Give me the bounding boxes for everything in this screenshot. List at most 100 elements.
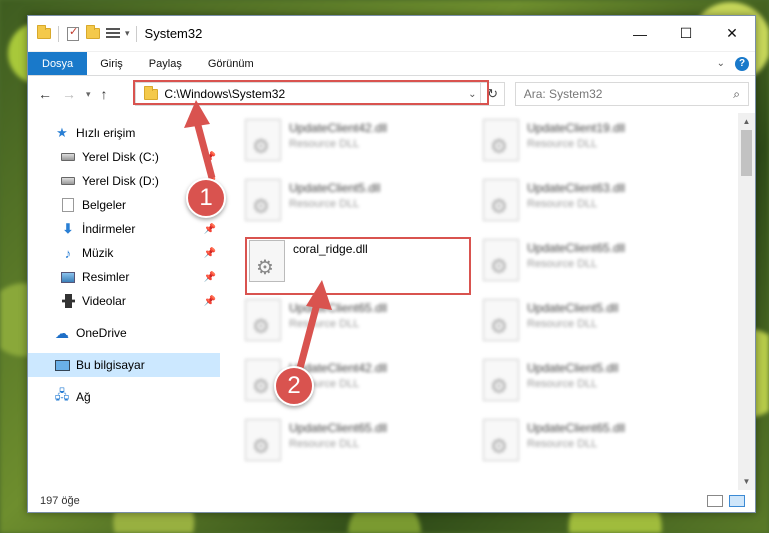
file-type: Resource DLL [289,318,360,330]
computer-icon [54,357,70,373]
file-item[interactable]: UpdateClient19.dll Resource DLL [483,119,713,169]
file-name: UpdateClient65.dll [527,241,626,255]
forward-arrow-icon[interactable]: → [62,86,76,102]
address-highlight-box [133,80,489,105]
sidebar-item-pictures[interactable]: Resimler 📌 [28,265,220,289]
sidebar-item-label: Yerel Disk (C:) [82,150,159,164]
item-count: 197 öğe [40,495,80,507]
navigation-buttons: ← → ▾ ↑ [34,86,135,102]
cloud-icon: ☁ [55,324,69,341]
sidebar-item-network[interactable]: 🖧 Ağ [28,385,220,409]
file-type: Resource DLL [527,138,598,150]
expand-ribbon-icon[interactable]: ⌄ [717,58,725,69]
file-name: UpdateClient65.dll [527,421,626,435]
file-item[interactable]: UpdateClient5.dll Resource DLL [245,179,475,229]
file-item[interactable]: UpdateClient65.dll Resource DLL [483,419,713,469]
music-icon: ♪ [64,245,72,261]
close-button[interactable]: ✕ [709,16,755,52]
dll-file-icon [483,419,519,461]
dll-file-icon [483,119,519,161]
sidebar-item-label: Yerel Disk (D:) [82,174,159,188]
sidebar-item-quick-access[interactable]: ★ Hızlı erişim [28,121,220,145]
sidebar-item-onedrive[interactable]: ☁ OneDrive [28,321,220,345]
file-highlight-box [245,237,471,295]
file-type: Resource DLL [289,138,360,150]
sidebar-item-label: OneDrive [76,326,127,340]
search-input[interactable]: Ara: System32 ⌕ [514,82,749,106]
explorer-window: ▾ System32 — ☐ ✕ Dosya Giriş Paylaş Görü… [27,15,756,513]
sidebar-item-music[interactable]: ♪ Müzik 📌 [28,241,220,265]
pin-icon[interactable]: 📌 [204,152,216,163]
sidebar-item-label: İndirmeler [82,222,136,236]
customize-toolbar-icon[interactable] [105,26,121,42]
dll-file-icon [483,239,519,281]
tab-view[interactable]: Görünüm [195,52,267,75]
sidebar-item-local-disk-c[interactable]: Yerel Disk (C:) 📌 [28,145,220,169]
window-title: System32 [144,26,203,41]
folder-icon [36,25,52,42]
file-item[interactable]: UpdateClient5.dll Resource DLL [483,359,713,409]
drive-icon [60,173,76,189]
sidebar-item-label: Müzik [82,246,114,260]
sidebar-item-label: Belgeler [82,198,127,212]
navigation-pane: ★ Hızlı erişim Yerel Disk (C:) 📌 Yerel D… [28,113,221,490]
sidebar-item-label: Resimler [82,270,130,284]
network-icon: 🖧 [54,387,70,402]
film-icon [60,293,76,309]
sidebar-item-label: Bu bilgisayar [76,358,145,372]
pin-icon[interactable]: 📌 [204,296,216,307]
tab-share[interactable]: Paylaş [136,52,195,75]
file-list: UpdateClient42.dll Resource DLL UpdateCli… [221,113,755,490]
file-name: UpdateClient5.dll [289,181,381,195]
pin-icon[interactable]: 📌 [204,248,216,259]
pin-icon[interactable]: 📌 [204,224,216,235]
maximize-button[interactable]: ☐ [663,16,709,52]
file-name: UpdateClient63.dll [527,181,626,195]
sidebar-item-downloads[interactable]: ⬇ İndirmeler 📌 [28,217,220,241]
vertical-scrollbar[interactable]: ▲ ▼ [738,113,755,490]
file-type: Resource DLL [527,258,598,270]
tab-file[interactable]: Dosya [28,52,88,75]
quick-access-toolbar: ▾ [28,25,139,42]
recent-locations-icon[interactable]: ▾ [86,89,91,100]
search-placeholder: Ara: System32 [523,87,603,101]
help-icon[interactable]: ? [735,56,749,71]
properties-icon[interactable] [65,25,81,42]
sidebar-item-label: Ağ [76,390,91,404]
file-type: Resource DLL [527,198,598,210]
dll-file-icon [245,119,281,161]
minimize-button[interactable]: — [617,16,663,52]
chevron-down-icon[interactable]: ▾ [125,28,130,39]
tab-home[interactable]: Giriş [87,52,136,75]
sidebar-item-videos[interactable]: Videolar 📌 [28,289,220,313]
file-item[interactable]: UpdateClient63.dll Resource DLL [483,179,713,229]
details-view-icon[interactable] [707,495,723,507]
dll-file-icon [245,419,281,461]
sidebar-item-this-pc[interactable]: Bu bilgisayar [28,353,220,377]
step-badge-2: 2 [274,366,314,406]
sidebar-item-label: Hızlı erişim [76,126,136,140]
file-name: UpdateClient42.dll [289,121,388,135]
file-name: UpdateClient5.dll [527,361,619,375]
scroll-down-icon[interactable]: ▼ [738,473,755,490]
title-bar: ▾ System32 — ☐ ✕ [28,16,755,52]
file-type: Resource DLL [289,438,360,450]
file-item[interactable]: UpdateClient65.dll Resource DLL [245,419,475,469]
large-icons-view-icon[interactable] [729,495,745,507]
scroll-up-icon[interactable]: ▲ [738,113,755,130]
file-item[interactable]: UpdateClient5.dll Resource DLL [483,299,713,349]
new-folder-icon[interactable] [85,25,101,42]
file-item[interactable]: UpdateClient42.dll Resource DLL [245,119,475,169]
up-arrow-icon[interactable]: ↑ [101,86,108,102]
scrollbar-thumb[interactable] [741,130,752,176]
file-item[interactable]: UpdateClient65.dll Resource DLL [245,299,475,349]
pin-icon[interactable]: 📌 [204,272,216,283]
back-arrow-icon[interactable]: ← [38,86,52,102]
picture-icon [60,269,76,285]
window-controls: — ☐ ✕ [617,16,755,52]
file-name: UpdateClient19.dll [527,121,626,135]
drive-icon [60,149,76,165]
search-icon: ⌕ [733,86,740,101]
file-item[interactable]: UpdateClient65.dll Resource DLL [483,239,713,289]
main-area: ★ Hızlı erişim Yerel Disk (C:) 📌 Yerel D… [28,113,755,490]
